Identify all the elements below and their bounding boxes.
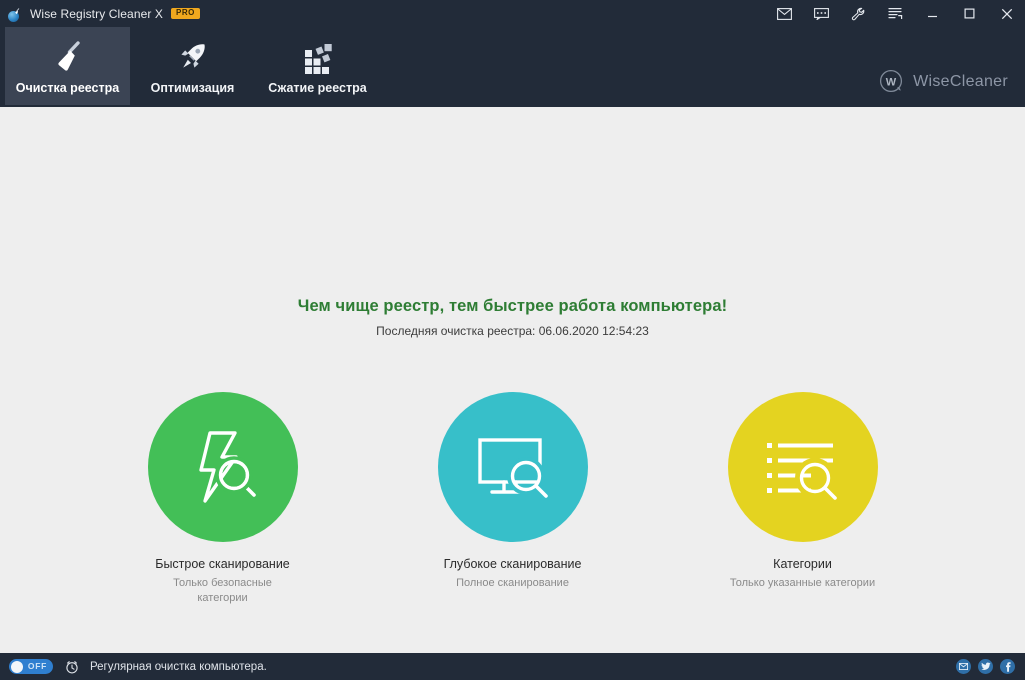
option-title: Категории: [773, 557, 832, 571]
brand-logo: W WiseCleaner: [879, 69, 1008, 95]
toggle-knob: [11, 660, 23, 673]
title-bar: Wise Registry Cleaner X PRO: [0, 0, 1025, 27]
w-logo-icon: W: [879, 69, 905, 95]
lightning-search-icon: [147, 392, 298, 542]
email-social-icon[interactable]: [956, 659, 971, 674]
close-icon[interactable]: [988, 0, 1025, 27]
option-title: Быстрое сканирование: [155, 557, 290, 571]
toggle-state-label: OFF: [27, 661, 47, 671]
window-title: Wise Registry Cleaner X: [30, 6, 164, 21]
option-categories[interactable]: Категории Только указанные категории: [693, 392, 913, 606]
pro-badge: PRO: [171, 8, 200, 19]
tab-optimization[interactable]: Оптимизация: [130, 27, 255, 105]
mail-icon[interactable]: [766, 0, 803, 27]
option-subtitle: Только безопасные категории: [173, 577, 272, 604]
window-controls: [756, 0, 1025, 27]
list-search-icon: [727, 392, 878, 542]
rocket-icon: [170, 35, 216, 79]
maximize-icon[interactable]: [951, 0, 988, 27]
application-window: Wise Registry Cleaner X PRO Очистка реес…: [0, 0, 1025, 680]
option-subtitle: Только указанные категории: [729, 577, 876, 589]
tab-registry-cleaner[interactable]: Очистка реестра: [5, 27, 130, 105]
schedule-toggle[interactable]: OFF: [9, 659, 53, 674]
tab-label: Очистка реестра: [15, 81, 120, 95]
menu-icon[interactable]: [877, 0, 914, 27]
facebook-social-icon[interactable]: [1000, 659, 1015, 674]
option-subtitle: Полное сканирование: [456, 577, 569, 589]
broom-icon: [45, 35, 91, 79]
minimize-icon[interactable]: [914, 0, 951, 27]
last-clean-info: Последняя очистка реестра: 06.06.2020 12…: [376, 324, 649, 338]
main-content: Чем чище реестр, тем быстрее работа комп…: [0, 107, 1025, 653]
alarm-clock-icon[interactable]: [65, 660, 81, 674]
svg-text:W: W: [886, 77, 897, 89]
feedback-icon[interactable]: [803, 0, 840, 27]
tab-registry-defrag[interactable]: Сжатие реестра: [255, 27, 380, 105]
tab-label: Сжатие реестра: [268, 81, 367, 95]
scan-options: Быстрое сканирование Только безопасные к…: [0, 392, 1025, 606]
schedule-status-text: Регулярная очистка компьютера.: [90, 660, 267, 673]
option-title: Глубокое сканирование: [443, 557, 582, 571]
blocks-icon: [295, 35, 341, 79]
option-quick-scan[interactable]: Быстрое сканирование Только безопасные к…: [113, 392, 333, 606]
brand-name: WiseCleaner: [913, 73, 1008, 90]
monitor-search-icon: [437, 392, 588, 542]
page-headline: Чем чище реестр, тем быстрее работа комп…: [297, 297, 728, 315]
social-links: [956, 653, 1015, 680]
option-deep-scan[interactable]: Глубокое сканирование Полное сканировани…: [403, 392, 623, 606]
main-tab-bar: Очистка реестра Оптимизация Сжатие реест…: [0, 27, 1025, 107]
tab-label: Оптимизация: [150, 81, 235, 95]
broom-sphere-icon: [7, 6, 23, 22]
wrench-icon[interactable]: [840, 0, 877, 27]
twitter-social-icon[interactable]: [978, 659, 993, 674]
status-bar: OFF Регулярная очистка компьютера.: [0, 653, 1025, 680]
